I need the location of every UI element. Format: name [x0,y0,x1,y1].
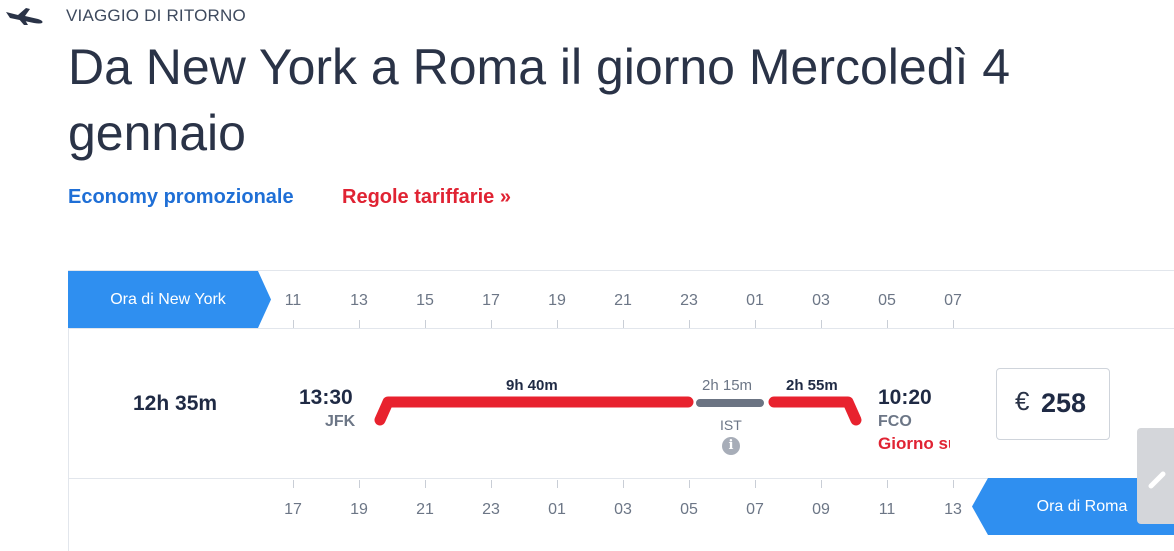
arrival-airport: FCO [878,413,912,430]
time-tick-mark [887,480,888,488]
time-tick-label: 07 [746,501,764,518]
origin-timezone-label: Ora di New York [110,291,226,308]
time-tick-mark [623,320,624,328]
time-tick-label: 11 [878,501,896,518]
time-tick-label: 19 [350,501,368,518]
time-tick-label: 03 [614,501,632,518]
arrival-day-note: Giorno successivo [878,434,950,453]
time-tick-label: 01 [548,501,566,518]
currency-symbol: € [1015,386,1030,416]
time-tick-label: 09 [812,501,830,518]
time-tick-label: 17 [482,292,500,309]
price-button[interactable]: € 258 [996,368,1110,440]
segment-2-bar [768,396,862,426]
layover-duration: 2h 15m [702,377,753,394]
time-tick-mark [425,480,426,488]
time-tick-mark [821,480,822,488]
time-tick-label: 13 [350,292,368,309]
fare-rules-link[interactable]: Regole tariffarie » [342,186,511,209]
time-tick-label: 05 [680,501,698,518]
divider [69,328,1174,329]
time-tick-mark [623,480,624,488]
time-tick-label: 11 [284,292,302,309]
time-tick-mark [557,320,558,328]
segment-1-duration: 9h 40m [506,377,558,394]
time-tick-label: 23 [482,501,500,518]
total-duration: 12h 35m [133,392,218,415]
trip-direction-label: VIAGGIO DI RITORNO [66,6,246,25]
time-tick-mark [689,480,690,488]
time-tick-label: 05 [878,292,896,309]
time-tick-label: 17 [284,501,302,518]
arrival-time: 10:20 [878,386,932,409]
layover-airport: IST [720,417,742,433]
time-tick-mark [887,320,888,328]
time-tick-label: 19 [548,292,566,309]
time-tick-mark [689,320,690,328]
time-tick-label: 03 [812,292,830,309]
segment-2-duration: 2h 55m [786,377,838,394]
time-tick-label: 21 [416,501,434,518]
time-tick-mark [293,320,294,328]
time-tick-mark [359,320,360,328]
time-tick-mark [293,480,294,488]
time-tick-label: 07 [944,292,962,309]
scroll-next-button[interactable] [1137,428,1174,524]
time-tick-mark [755,480,756,488]
time-tick-mark [755,320,756,328]
time-tick-mark [491,320,492,328]
time-tick-mark [821,320,822,328]
origin-timezone-badge: Ora di New York [68,271,272,328]
fare-class-label: Economy promozionale [68,186,294,208]
time-tick-label: 21 [614,292,632,309]
time-tick-mark [491,480,492,488]
departure-airport: JFK [325,413,356,430]
time-tick-mark [557,480,558,488]
airplane-icon [6,8,43,25]
departure-time: 13:30 [299,386,353,409]
time-tick-label: 23 [680,292,698,309]
chevron-right-icon [1148,471,1166,489]
info-icon[interactable]: i [722,437,740,455]
price-amount: 258 [1041,388,1087,418]
flight-route-bar [374,396,862,426]
time-tick-mark [359,480,360,488]
time-tick-label: 13 [944,501,962,518]
page-title: Da New York a Roma il giorno Mercoledì 4… [68,39,1011,161]
time-tick-mark [425,320,426,328]
time-tick-mark [953,480,954,488]
time-tick-label: 01 [746,292,764,309]
time-tick-mark [953,320,954,328]
segment-1-bar [374,396,694,426]
time-tick-label: 15 [416,292,434,309]
